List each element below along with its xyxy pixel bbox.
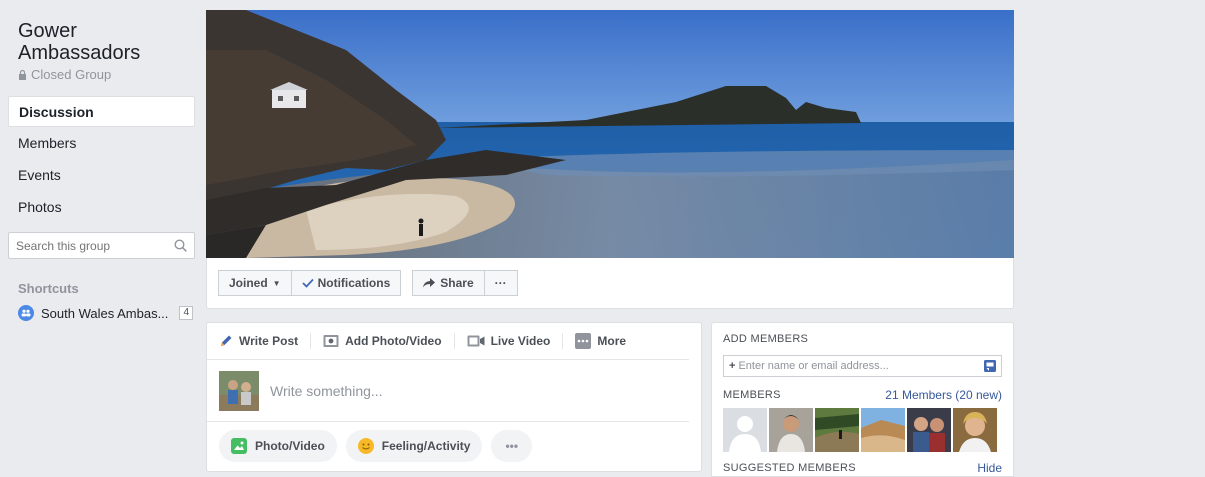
shortcut-count-badge: 4 [179,306,193,320]
tab-write-post-label: Write Post [239,334,299,348]
group-nav: Discussion Members Events Photos [8,96,198,223]
add-member-placeholder: Enter name or email address... [738,360,889,372]
tab-more-label: More [597,334,627,348]
composer-tabs: Write Post Add Photo/Video Live Video Mo… [207,323,689,360]
more-dots-icon [575,333,592,349]
member-avatar[interactable] [907,408,951,452]
member-avatar[interactable] [815,408,859,452]
members-header: MEMBERS 21 Members (20 new) [723,388,1002,402]
tab-more[interactable]: More [575,333,638,349]
group-search[interactable] [8,232,195,259]
group-sidebar: Gower Ambassadors Closed Group Discussio… [8,10,198,321]
photo-video-button[interactable]: Photo/Video [219,430,337,462]
feeling-activity-label: Feeling/Activity [381,439,471,453]
add-member-input[interactable]: + Enter name or email address... [723,355,1002,377]
composer-more-button[interactable]: ••• [491,430,533,462]
joined-label: Joined [229,276,268,290]
nav-item-photos[interactable]: Photos [8,192,198,223]
composer-more-label: ••• [505,439,519,453]
camera-icon [323,335,339,347]
share-label: Share [440,276,474,290]
feeling-activity-button[interactable]: Feeling/Activity [345,430,483,462]
joined-button[interactable]: Joined ▼ [218,270,292,296]
group-name[interactable]: Gower Ambassadors [8,10,198,64]
tab-live-video-label: Live Video [490,334,551,348]
group-icon [18,305,34,321]
pencil-icon [221,335,232,346]
shortcut-item[interactable]: South Wales Ambas... 4 [8,305,198,321]
composer-input-row[interactable]: Write something... [207,360,689,422]
suggested-members-header: SUGGESTED MEMBERS Hide [723,461,1002,475]
shortcuts-title: Shortcuts [18,281,79,296]
post-composer: Write Post Add Photo/Video Live Video Mo… [206,322,702,472]
video-camera-icon [467,335,485,347]
privacy-label: Closed Group [31,67,112,82]
composer-text-input[interactable]: Write something... [270,383,383,399]
member-avatar[interactable] [861,408,905,452]
share-button-group: Share ··· [412,270,518,296]
nav-item-members[interactable]: Members [8,128,198,159]
search-icon[interactable] [174,239,187,252]
add-members-card: ADD MEMBERS + Enter name or email addres… [711,322,1014,477]
composer-actions: Photo/Video Feeling/Activity ••• [207,422,701,470]
contact-book-icon[interactable] [984,360,996,372]
plus-icon: + [729,360,736,372]
more-options-label: ··· [494,276,507,290]
notifications-button[interactable]: Notifications [291,270,402,296]
members-count-link[interactable]: 21 Members (20 new) [885,388,1002,402]
user-avatar [219,370,259,411]
tab-live-video[interactable]: Live Video [467,333,564,349]
shortcut-label: South Wales Ambas... [41,305,169,321]
member-photos [723,408,1002,452]
lock-icon [19,69,26,80]
add-members-title: ADD MEMBERS [723,333,809,345]
tab-write-post[interactable]: Write Post [219,333,312,349]
checkmark-icon [301,278,314,288]
member-avatar[interactable] [723,408,767,452]
more-options-button[interactable]: ··· [484,270,518,296]
members-title: MEMBERS [723,389,781,401]
photo-icon [231,438,247,454]
cover-photo[interactable] [206,10,1014,258]
nav-item-discussion[interactable]: Discussion [8,96,195,127]
share-button[interactable]: Share [412,270,485,296]
tab-add-photo-video-label: Add Photo/Video [345,334,442,348]
hide-link[interactable]: Hide [977,461,1002,475]
suggested-members-title: SUGGESTED MEMBERS [723,462,856,474]
group-privacy: Closed Group [8,67,198,82]
member-avatar[interactable] [769,408,813,452]
membership-button-group: Joined ▼ Notifications [218,270,402,296]
smiley-icon [357,438,374,454]
tab-add-photo-video[interactable]: Add Photo/Video [323,333,455,349]
photo-video-label: Photo/Video [255,439,325,453]
notifications-label: Notifications [317,276,391,290]
caret-down-icon: ▼ [272,278,281,288]
search-input[interactable] [16,238,174,253]
group-action-bar: Joined ▼ Notifications Share ··· [206,258,1014,309]
member-avatar[interactable] [953,408,997,452]
nav-item-events[interactable]: Events [8,160,198,191]
cover-photo-image [206,10,1014,258]
share-arrow-icon [423,278,436,288]
